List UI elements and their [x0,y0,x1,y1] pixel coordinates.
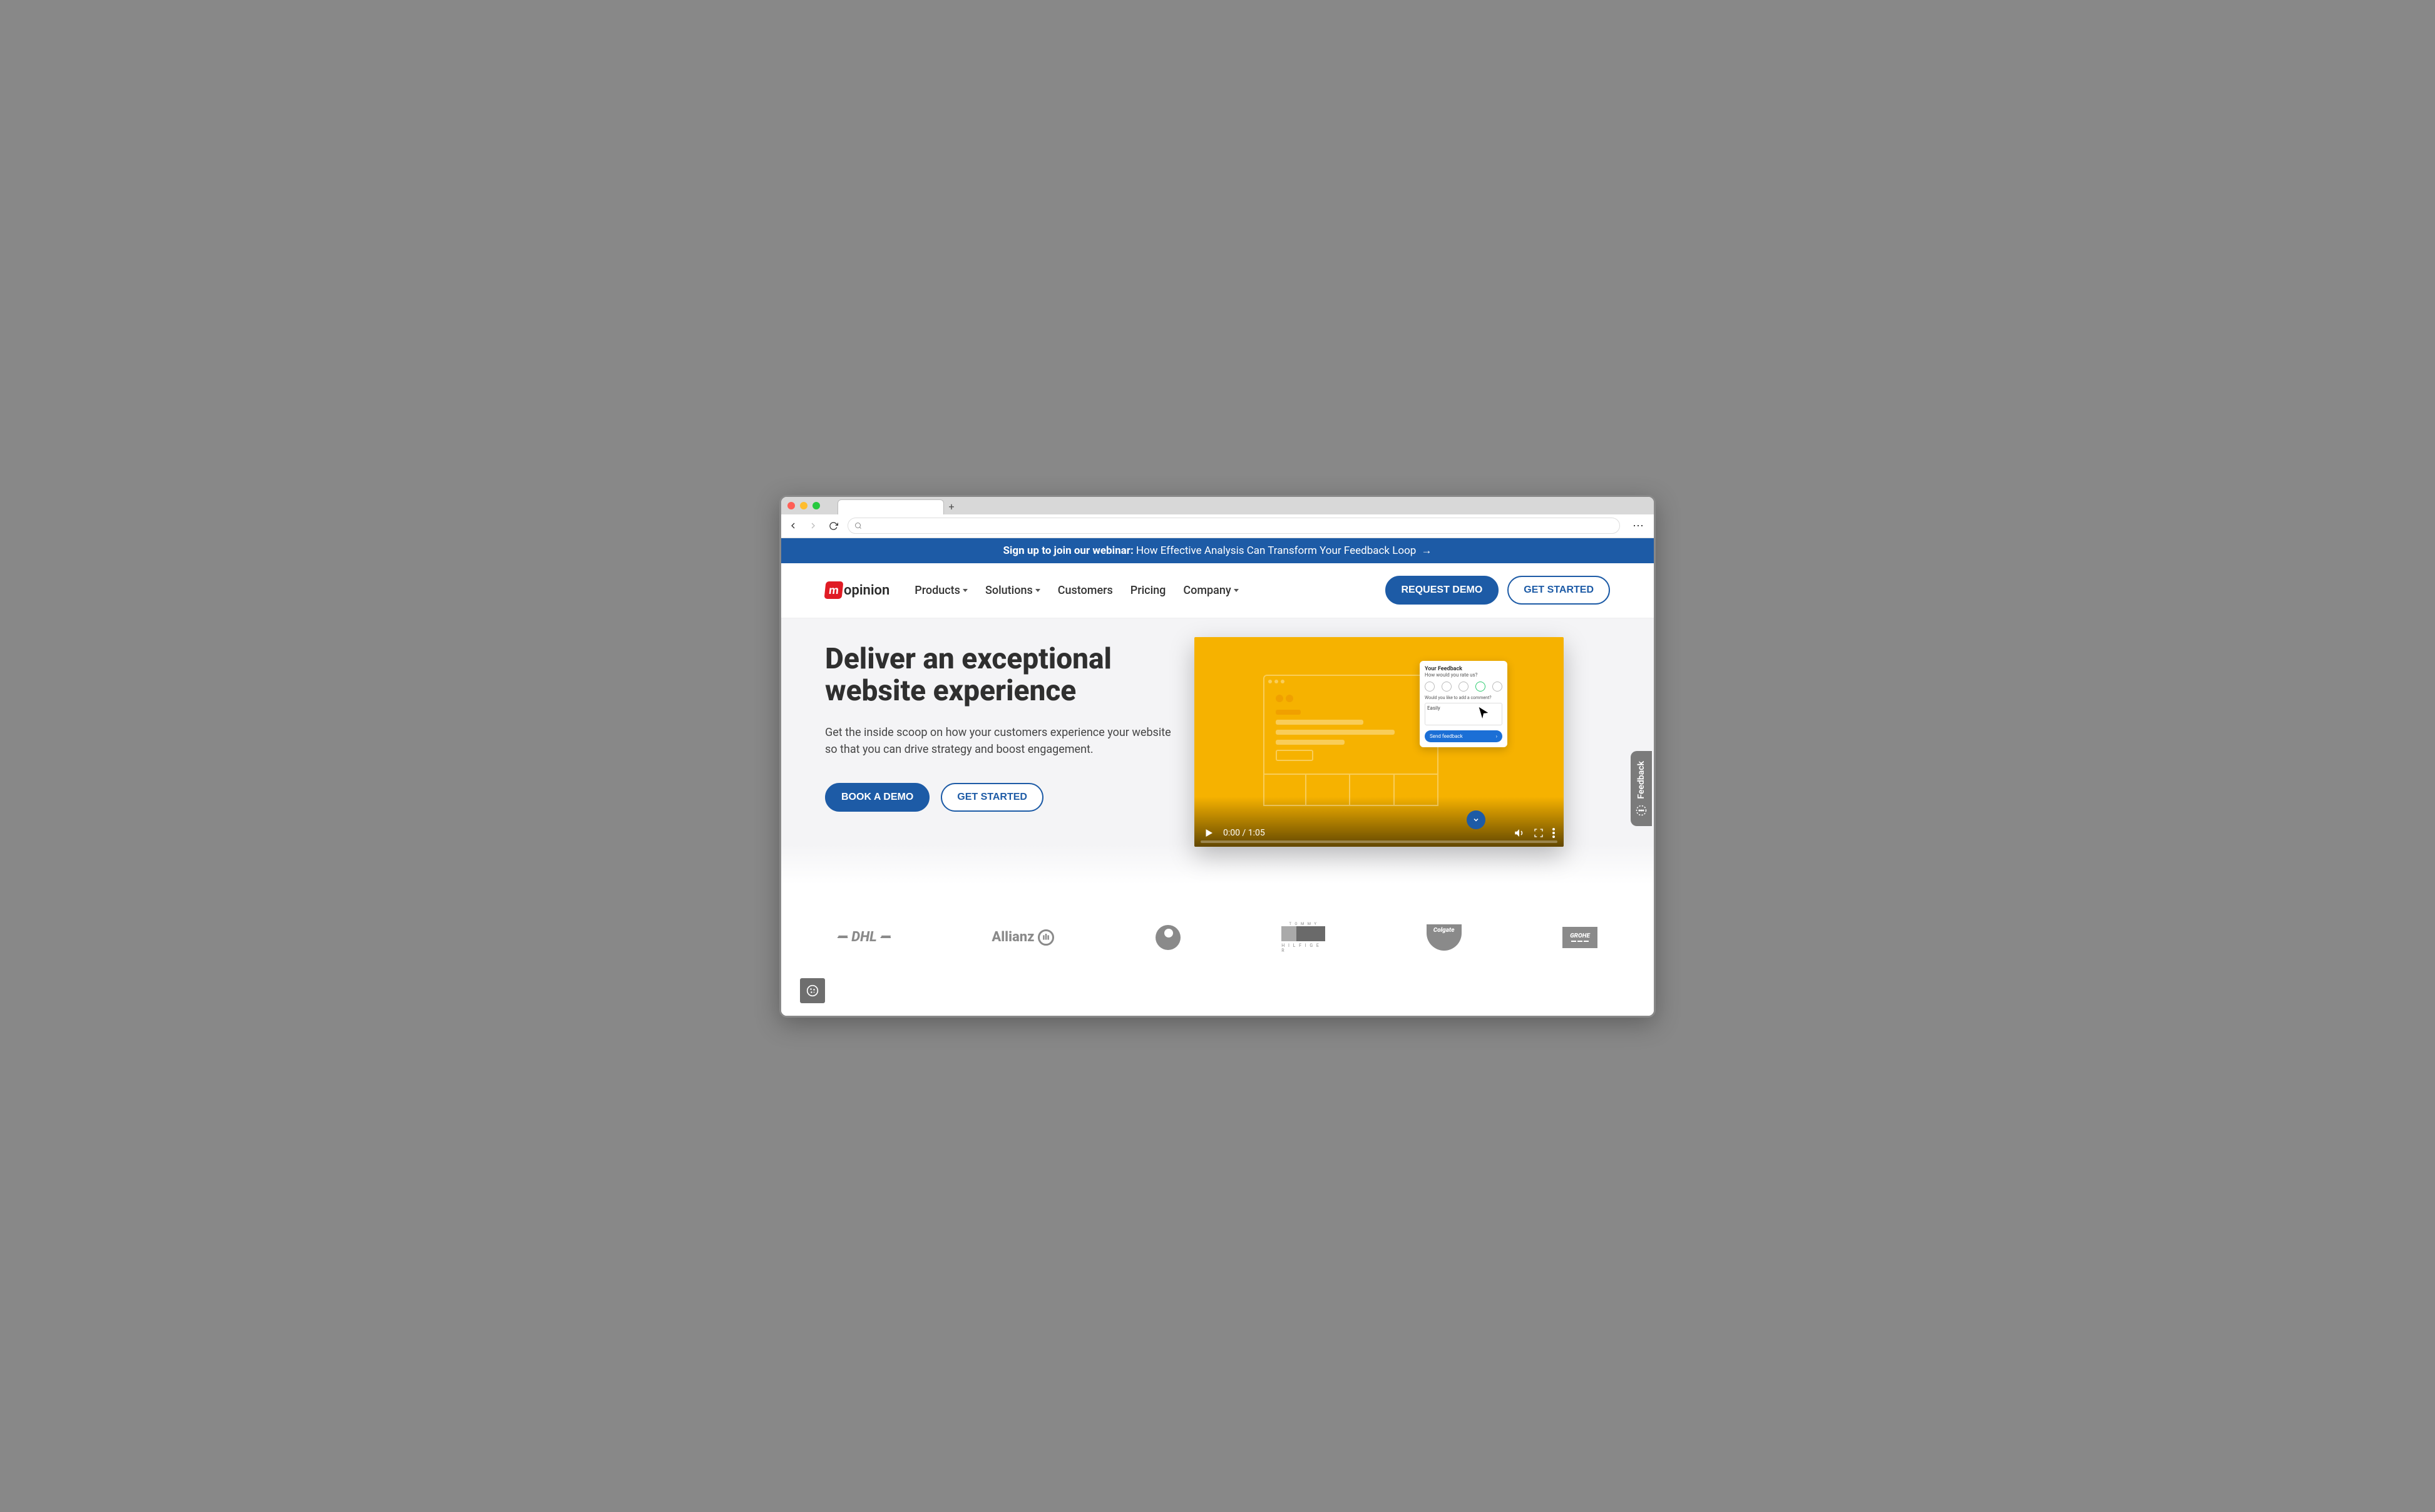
logo-allianz: Allianz [992,929,1054,946]
nav-company[interactable]: Company [1183,584,1238,597]
widget-textarea-text: Easily [1427,705,1440,711]
address-bar[interactable] [848,518,1620,534]
banner-lead: Sign up to join our webinar: [1003,544,1133,557]
chat-icon [1636,805,1647,816]
cursor-icon [1477,706,1490,720]
announcement-banner[interactable]: Sign up to join our webinar: How Effecti… [781,538,1654,563]
hero-title: Deliver an exceptional website experienc… [825,643,1176,708]
logo-allianz-text: Allianz [992,929,1034,945]
feedback-side-tab[interactable]: Feedback [1631,751,1652,827]
book-demo-button[interactable]: BOOK A DEMO [825,783,930,812]
arrow-right-icon: → [1422,544,1432,557]
video-progress[interactable] [1201,840,1557,843]
vodafone-icon [1156,925,1181,950]
tommy-flag-icon [1281,926,1325,941]
feedback-tab-label: Feedback [1636,761,1646,799]
feedback-widget-preview: Your Feedback How would you rate us? Wou… [1420,661,1507,747]
chevron-down-icon [1035,589,1040,592]
nav-label: Products [915,584,960,597]
reload-button[interactable] [828,520,839,531]
logo-dhl: — DHL — [838,929,891,945]
logo[interactable]: m opinion [825,581,889,599]
logo-colgate-text: Colgate [1433,927,1455,934]
logo-dhl-text: DHL [851,929,876,945]
volume-button[interactable] [1514,827,1525,839]
maximize-window-button[interactable] [813,502,820,509]
logo-colgate: Colgate [1427,924,1462,951]
nav-solutions[interactable]: Solutions [985,584,1040,597]
rating-face-2 [1442,682,1452,692]
chevron-down-icon [1234,589,1239,592]
client-logos: — DHL — Allianz T O M M Y H I L F I G E … [781,884,1654,1016]
browser-toolbar: ⋯ [781,514,1654,538]
rating-face-3 [1458,682,1469,692]
play-button[interactable] [1203,827,1214,839]
request-demo-button[interactable]: REQUEST DEMO [1385,576,1499,605]
logo-grohe: GROHE [1562,927,1597,948]
nav-label: Pricing [1130,584,1166,597]
hero-video[interactable]: Your Feedback How would you rate us? Wou… [1194,637,1564,847]
new-tab-button[interactable]: + [944,499,959,514]
nav-label: Solutions [985,584,1033,597]
browser-tab[interactable] [838,499,944,514]
get-started-hero-button[interactable]: GET STARTED [941,783,1043,812]
widget-send-label: Send feedback [1430,733,1463,739]
cookie-settings-button[interactable] [800,978,825,1003]
logo-text: opinion [844,583,889,598]
rating-face-4 [1475,682,1485,692]
widget-textarea: Easily [1425,703,1502,725]
main-nav: m opinion Products Solutions Customers P… [781,563,1654,618]
get-started-nav-button[interactable]: GET STARTED [1507,576,1610,605]
fullscreen-button[interactable] [1534,828,1544,838]
widget-question: Would you like to add a comment? [1425,695,1502,700]
nav-products[interactable]: Products [915,584,968,597]
video-menu-button[interactable] [1552,828,1555,838]
hero-subtitle: Get the inside scoop on how your custome… [825,724,1176,758]
search-icon [854,522,862,529]
nav-label: Company [1183,584,1231,597]
widget-subtitle: How would you rate us? [1425,672,1502,678]
logo-tommy: T O M M Y H I L F I G E R [1281,922,1325,953]
chevron-down-icon [963,589,968,592]
rating-face-1 [1425,682,1435,692]
nav-customers[interactable]: Customers [1058,584,1113,597]
rating-face-5 [1492,682,1502,692]
window-titlebar: + [781,497,1654,514]
widget-title: Your Feedback [1425,666,1502,672]
browser-menu-button[interactable]: ⋯ [1629,519,1648,533]
nav-pricing[interactable]: Pricing [1130,584,1166,597]
nav-label: Customers [1058,584,1113,597]
colgate-badge: Colgate [1427,924,1462,951]
video-mock-window [1263,675,1438,806]
minimize-window-button[interactable] [800,502,807,509]
video-time: 0:00 / 1:05 [1223,828,1265,838]
grohe-badge: GROHE [1562,927,1597,948]
forward-button[interactable] [807,520,819,531]
logo-mark: m [824,581,844,599]
close-window-button[interactable] [787,502,795,509]
cookie-icon [806,984,819,997]
widget-send-button: Send feedback › [1425,730,1502,742]
logo-grohe-text: GROHE [1570,932,1590,939]
back-button[interactable] [787,520,799,531]
allianz-icon [1038,929,1054,946]
logo-vodafone [1156,925,1181,950]
banner-text: How Effective Analysis Can Transform You… [1136,544,1416,557]
